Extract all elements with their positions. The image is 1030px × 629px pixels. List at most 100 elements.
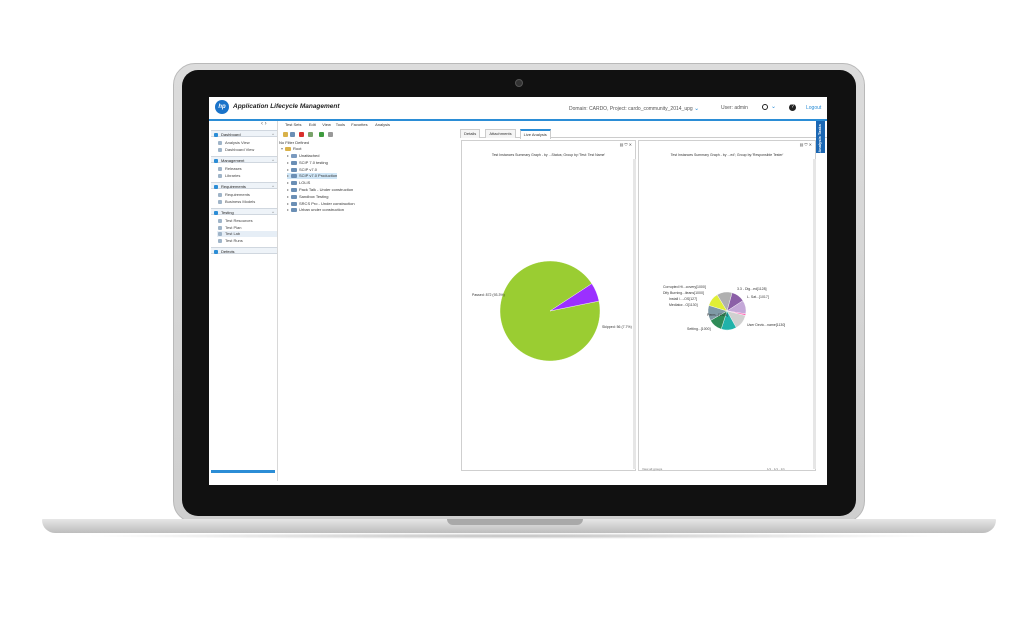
- refresh-icon[interactable]: [308, 132, 313, 137]
- new-folder-icon[interactable]: [283, 132, 288, 137]
- expand-icon[interactable]: ▸: [287, 153, 289, 159]
- management-icon: [214, 159, 218, 163]
- menu-tools[interactable]: Tools: [336, 122, 345, 127]
- new-test-set-icon[interactable]: [290, 132, 295, 137]
- sidebar-item-label: Requirements: [225, 192, 250, 197]
- tree-item[interactable]: ▸ SRCS Pro - Under construction: [287, 201, 355, 207]
- menu-analysis[interactable]: Analysis: [375, 122, 390, 127]
- tree-item[interactable]: ▸ Sandbox Testing: [287, 194, 329, 200]
- expand-icon[interactable]: ▸: [287, 187, 289, 193]
- expand-icon[interactable]: ▸: [287, 207, 289, 213]
- expand-icon[interactable]: ▸: [287, 201, 289, 207]
- expand-icon[interactable]: ▸: [287, 173, 289, 179]
- scrollbar[interactable]: [813, 159, 816, 469]
- app-screen: hp Application Lifecycle Management Doma…: [209, 97, 827, 485]
- view-icon[interactable]: [328, 132, 333, 137]
- tree-item-label: SCIP 7.0 testing: [299, 159, 328, 165]
- details-tabs: Details Attachments Live Analysis: [460, 128, 827, 139]
- test-set-folder-icon: [291, 167, 297, 172]
- view-all-groups-link[interactable]: View all groups: [642, 467, 662, 471]
- folder-icon: [285, 147, 291, 151]
- chevron-down-icon[interactable]: ⌄: [771, 103, 776, 110]
- filter-icon[interactable]: [319, 132, 324, 137]
- collapse-icon[interactable]: ▾: [281, 146, 283, 152]
- sidebar-item-libraries[interactable]: Libraries: [217, 173, 240, 179]
- sidebar-item-test-plan[interactable]: Test Plan: [217, 225, 241, 231]
- label-skipped: Skipped: 56 (7.7%): [602, 325, 632, 329]
- dashboard-icon: [214, 133, 218, 137]
- tree-item[interactable]: ▸ Urban under construction: [287, 207, 344, 213]
- panel-tools[interactable]: ▤ ⛉ ✕: [620, 142, 632, 147]
- tree-root-label: Root: [293, 146, 302, 151]
- collapse-icon[interactable]: ^: [272, 157, 274, 164]
- webcam: [515, 79, 523, 87]
- tree-item[interactable]: ▸ Unattached: [287, 153, 319, 159]
- sidebar-item-releases[interactable]: Releases: [217, 166, 242, 172]
- menu-favorites[interactable]: Favorites: [351, 122, 367, 127]
- menu-test-sets[interactable]: Test Sets: [285, 122, 301, 127]
- sidebar-item-test-resources[interactable]: Test Resources: [217, 218, 253, 224]
- menu-edit[interactable]: Edit: [309, 122, 316, 127]
- sidebar-item-dashboard-view[interactable]: Dashboard View: [217, 147, 254, 153]
- tree-item[interactable]: ▸ SCIP 7.0 testing: [287, 160, 328, 166]
- sidebar-section-defects[interactable]: Defects: [211, 247, 277, 254]
- expand-icon[interactable]: ▸: [287, 180, 289, 186]
- sidebar-section-label: Requirements: [221, 184, 246, 189]
- analysis-tasks-tab[interactable]: Analysis Tasks: [816, 121, 825, 153]
- expand-icon[interactable]: ▸: [287, 160, 289, 166]
- collapse-icon[interactable]: ^: [272, 131, 274, 138]
- tab-details[interactable]: Details: [460, 129, 481, 138]
- module-icon: [218, 219, 222, 223]
- pie-chart-tester: [707, 291, 747, 331]
- collapse-icon[interactable]: ^: [272, 183, 274, 190]
- panel-tools[interactable]: ▤ ⛉ ✕: [800, 142, 812, 147]
- label-passed: Passed: 872 (93.3%): [472, 293, 505, 297]
- domain-project-selector[interactable]: Domain: CARDO, Project: cardo_community_…: [569, 105, 699, 112]
- sidebar-item-test-lab[interactable]: Test Lab: [217, 231, 277, 237]
- module-icon: [218, 147, 222, 152]
- collapse-icon[interactable]: ^: [272, 209, 274, 216]
- tree-root[interactable]: ▾ Root: [281, 146, 301, 152]
- chart-panel-status: ▤ ⛉ ✕ Test Instances Summary Graph - by …: [461, 140, 636, 471]
- sidebar-section-dashboard[interactable]: Dashboard ^: [211, 130, 277, 137]
- tab-live-analysis[interactable]: Live Analysis: [519, 129, 551, 139]
- tree-item[interactable]: ▸ LOLIS: [287, 180, 310, 186]
- help-icon[interactable]: ?: [789, 104, 796, 111]
- logout-link[interactable]: Logout: [806, 105, 821, 111]
- sidebar-section-requirements[interactable]: Requirements ^: [211, 182, 277, 189]
- module-icon: [218, 167, 222, 171]
- sidebar-nav-arrows[interactable]: ‹ ›: [261, 121, 267, 127]
- chart-title-status: Test Instances Summary Graph - by ...Sta…: [491, 153, 606, 157]
- menu-view[interactable]: View: [322, 122, 331, 127]
- sidebar-item-test-runs[interactable]: Test Runs: [217, 238, 243, 244]
- tab-attachments[interactable]: Attachments: [485, 129, 516, 138]
- expand-icon[interactable]: ▸: [287, 167, 289, 173]
- laptop-shadow: [80, 533, 950, 539]
- tree-item[interactable]: ▸ Pack Talk - Under construction: [287, 187, 353, 193]
- sidebar-item-requirements[interactable]: Requirements: [217, 192, 250, 198]
- analysis-tasks-label: Analysis Tasks: [817, 124, 822, 153]
- module-icon: [218, 173, 222, 178]
- tree-toolbar: [281, 131, 451, 139]
- tree-item[interactable]: ▸ SCIP v7.0 Production: [287, 173, 338, 180]
- sidebar-section-testing[interactable]: Testing ^: [211, 208, 277, 215]
- tree-item[interactable]: ▸ SCIP v7.0: [287, 167, 317, 173]
- requirements-icon: [214, 185, 218, 189]
- test-set-folder-icon: [291, 188, 297, 192]
- module-icon: [218, 199, 222, 204]
- expand-icon[interactable]: ▸: [287, 194, 289, 200]
- gear-icon[interactable]: [762, 104, 768, 110]
- module-icon: [218, 238, 222, 243]
- sidebar-item-label: Test Resources: [225, 218, 253, 223]
- sidebar-section-management[interactable]: Management ^: [211, 156, 277, 163]
- sidebar-item-label: Test Lab: [225, 231, 241, 236]
- delete-icon[interactable]: [299, 132, 304, 137]
- pie-label: L. Sat...[1017]: [747, 295, 769, 299]
- scrollbar[interactable]: [633, 159, 636, 469]
- pie-label: 3.3 - Dig...ed[1128]: [737, 287, 767, 291]
- pie-label: Corrupted Hi...covery[1000]: [663, 285, 706, 289]
- chart-title-tester: Test Instances Summary Graph - by ...ed'…: [670, 153, 784, 157]
- sidebar-item-analysis-view[interactable]: Analysis View: [217, 140, 250, 146]
- sidebar-item-business-models[interactable]: Business Models: [217, 199, 255, 205]
- pie-label: Install /...-OS[127]: [669, 297, 698, 301]
